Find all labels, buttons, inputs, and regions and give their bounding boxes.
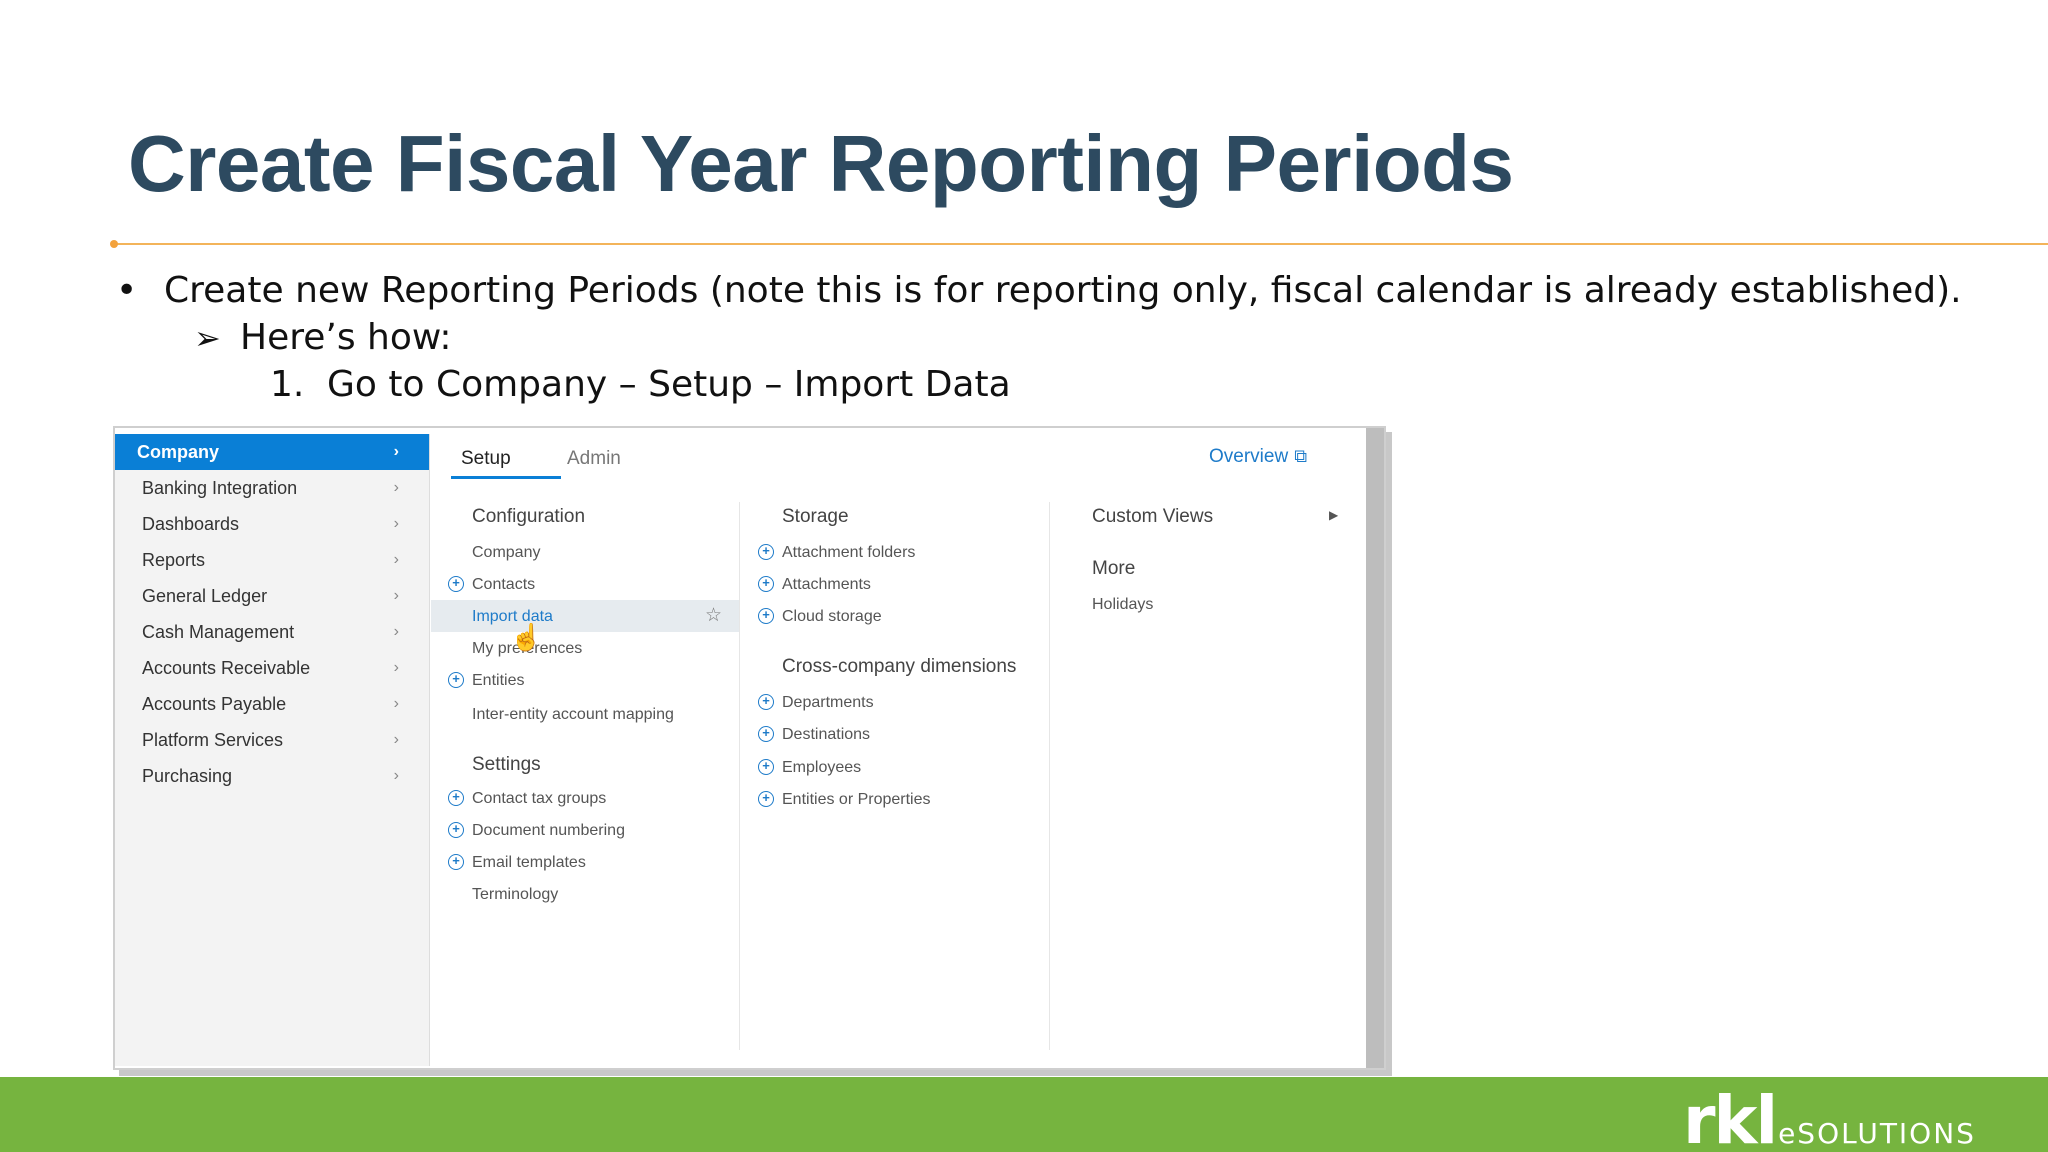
bullet-item: • Create new Reporting Periods (note this… xyxy=(116,270,1962,311)
sidebar: Company › Banking Integration › Dashboards… xyxy=(115,434,430,1066)
plus-circle-icon[interactable]: + xyxy=(448,672,464,688)
plus-circle-icon[interactable]: + xyxy=(448,576,464,592)
plus-circle-icon[interactable]: + xyxy=(448,822,464,838)
sidebar-item-banking-integration[interactable]: Banking Integration › xyxy=(115,470,429,506)
step-item: 1. Go to Company – Setup – Import Data xyxy=(270,364,1011,405)
plus-circle-icon[interactable]: + xyxy=(758,791,774,807)
menu-link-departments[interactable]: Departments xyxy=(782,694,874,712)
sidebar-item-company[interactable]: Company › xyxy=(115,434,429,470)
step-text: Go to Company – Setup – Import Data xyxy=(327,364,1011,405)
slide-title: Create Fiscal Year Reporting Periods xyxy=(128,119,1514,208)
sidebar-item-reports[interactable]: Reports › xyxy=(115,542,429,578)
hand-cursor-icon: ☝ xyxy=(510,622,543,652)
app-screenshot: Company › Banking Integration › Dashboards… xyxy=(113,426,1386,1070)
bullet-icon: • xyxy=(116,270,138,311)
divider-dot xyxy=(110,240,118,248)
menu-link-entities[interactable]: Entities xyxy=(472,672,524,690)
sidebar-item-label: Reports xyxy=(142,550,206,570)
star-icon[interactable]: ☆ xyxy=(705,604,722,627)
menu-link-employees[interactable]: Employees xyxy=(782,759,861,777)
title-divider xyxy=(114,243,2048,245)
sidebar-item-accounts-payable[interactable]: Accounts Payable › xyxy=(115,686,429,722)
plus-circle-icon[interactable]: + xyxy=(758,608,774,624)
logo-rkl: rkl xyxy=(1683,1082,1778,1152)
menu-link-contact-tax-groups[interactable]: Contact tax groups xyxy=(472,790,606,808)
sidebar-item-label: Company xyxy=(137,442,220,462)
storage-heading: Storage xyxy=(782,506,849,527)
sidebar-item-label: Dashboards xyxy=(142,514,240,534)
menu-link-destinations[interactable]: Destinations xyxy=(782,726,870,744)
sidebar-item-label: Accounts Payable xyxy=(142,694,287,714)
menu-link-inter-entity-account-mapping[interactable]: Inter-entity account mapping xyxy=(472,706,674,724)
sidebar-item-label: Cash Management xyxy=(142,622,295,642)
custom-views-heading[interactable]: Custom Views xyxy=(1092,506,1213,528)
company-logo: rkleSOLUTIONS xyxy=(1683,1082,1976,1152)
menu-link-contacts[interactable]: Contacts xyxy=(472,576,535,594)
plus-circle-icon[interactable]: + xyxy=(758,576,774,592)
overview-label: Overview xyxy=(1209,446,1289,467)
sidebar-item-label: Purchasing xyxy=(142,766,233,786)
menu-link-attachments[interactable]: Attachments xyxy=(782,576,871,594)
bullet-text: Create new Reporting Periods (note this … xyxy=(164,270,1962,311)
sidebar-item-label: Banking Integration xyxy=(142,478,298,498)
cross-company-dimensions-heading: Cross-company dimensions xyxy=(782,656,1017,677)
sidebar-item-label: Platform Services xyxy=(142,730,284,750)
sidebar-item-cash-management[interactable]: Cash Management › xyxy=(115,614,429,650)
chevron-right-icon: › xyxy=(393,695,399,712)
chevron-right-icon: › xyxy=(393,551,399,568)
chevron-right-icon: › xyxy=(393,623,399,640)
menu-link-entities-or-properties[interactable]: Entities or Properties xyxy=(782,791,931,809)
menu-link-attachment-folders[interactable]: Attachment folders xyxy=(782,544,915,562)
sidebar-item-purchasing[interactable]: Purchasing › xyxy=(115,758,429,794)
settings-heading: Settings xyxy=(472,754,541,775)
menu-link-holidays[interactable]: Holidays xyxy=(1092,596,1153,614)
chevron-right-icon: › xyxy=(393,479,399,496)
sub-bullet-text: Here’s how: xyxy=(240,317,452,358)
sidebar-item-general-ledger[interactable]: General Ledger › xyxy=(115,578,429,614)
logo-solutions: eSOLUTIONS xyxy=(1778,1117,1976,1150)
caret-right-icon[interactable]: ▶ xyxy=(1329,508,1338,522)
active-tab-indicator xyxy=(451,476,561,479)
plus-circle-icon[interactable]: + xyxy=(448,854,464,870)
chevron-right-icon: › xyxy=(393,767,399,784)
step-number: 1. xyxy=(270,364,305,405)
chevron-right-icon: › xyxy=(393,587,399,604)
arrow-bullet-icon: ➢ xyxy=(194,319,221,357)
scrollbar[interactable] xyxy=(1366,428,1384,1068)
overview-link[interactable]: Overview ⧉ xyxy=(1209,446,1307,468)
more-heading: More xyxy=(1092,558,1136,579)
chevron-right-icon: › xyxy=(393,659,399,676)
column-divider xyxy=(1049,502,1050,1050)
chevron-right-icon: › xyxy=(393,731,399,748)
menu-link-terminology[interactable]: Terminology xyxy=(472,886,558,904)
plus-circle-icon[interactable]: + xyxy=(758,759,774,775)
plus-circle-icon[interactable]: + xyxy=(448,790,464,806)
menu-link-email-templates[interactable]: Email templates xyxy=(472,854,586,872)
plus-circle-icon[interactable]: + xyxy=(758,694,774,710)
menu-link-company[interactable]: Company xyxy=(472,544,540,562)
chevron-right-icon: › xyxy=(393,515,399,532)
sidebar-item-dashboards[interactable]: Dashboards › xyxy=(115,506,429,542)
chevron-right-icon: › xyxy=(393,443,399,460)
column-divider xyxy=(739,502,740,1050)
sidebar-item-label: Accounts Receivable xyxy=(142,658,311,678)
tab-setup[interactable]: Setup xyxy=(461,448,511,470)
menu-link-cloud-storage[interactable]: Cloud storage xyxy=(782,608,882,626)
sidebar-item-platform-services[interactable]: Platform Services › xyxy=(115,722,429,758)
sub-bullet-item: ➢ Here’s how: xyxy=(194,317,451,358)
sidebar-item-accounts-receivable[interactable]: Accounts Receivable › xyxy=(115,650,429,686)
plus-circle-icon[interactable]: + xyxy=(758,726,774,742)
menu-link-document-numbering[interactable]: Document numbering xyxy=(472,822,625,840)
tab-admin[interactable]: Admin xyxy=(567,448,621,470)
external-link-icon: ⧉ xyxy=(1294,446,1308,466)
plus-circle-icon[interactable]: + xyxy=(758,544,774,560)
configuration-heading: Configuration xyxy=(472,506,586,527)
sidebar-item-label: General Ledger xyxy=(142,586,268,606)
